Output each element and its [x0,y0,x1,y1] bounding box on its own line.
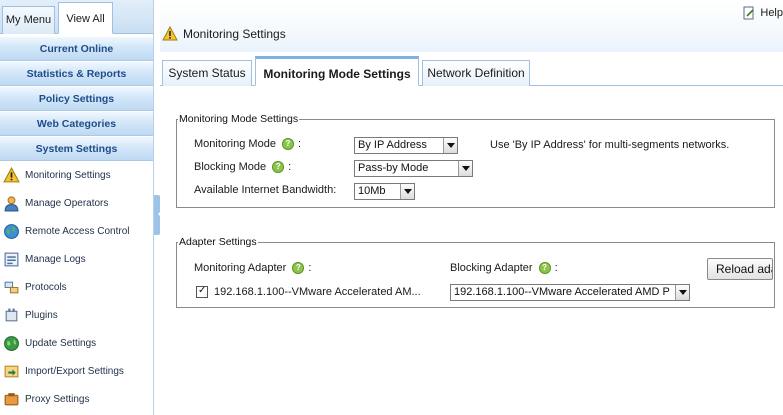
user-icon [4,195,19,211]
sidebar-item-label: Manage Operators [25,197,109,209]
monitoring-mode-row: Monitoring Mode ? : [194,138,301,150]
blocking-adapter-label: Blocking Adapter [450,262,533,274]
help-link[interactable]: Help [742,6,783,20]
sidebar-item-proxy-settings[interactable]: Proxy Settings [0,385,153,413]
menu-tab-bar: My Menu View All [0,0,153,34]
category-web-categories[interactable]: Web Categories [0,111,153,136]
bandwidth-value: 10Mb [358,185,386,197]
globe-icon [4,223,19,239]
sidebar-item-label: Update Settings [25,337,97,349]
sidebar-item-import-export-settings[interactable]: Import/Export Settings [0,357,153,385]
blocking-adapter-value: 192.168.1.100--VMware Accelerated AMD P [454,286,670,298]
monitoring-mode-hint: Use 'By IP Address' for multi-segments n… [490,139,730,151]
sidebar-item-manage-logs[interactable]: Manage Logs [0,245,153,273]
tab-monitoring-mode-settings[interactable]: Monitoring Mode Settings [255,56,419,86]
help-question-icon[interactable]: ? [538,262,551,274]
help-label: Help [760,7,783,19]
sidebar: My Menu View All Current Online Statisti… [0,0,154,415]
bandwidth-label: Available Internet Bandwidth: [194,184,337,196]
page-title: Monitoring Settings [162,26,286,42]
monitoring-adapter-label: Monitoring Adapter [194,262,287,274]
top-bar: Help Monitoring Settings [160,0,783,52]
category-list: Current Online Statistics & Reports Poli… [0,34,153,161]
settings-tabs: System Status Monitoring Mode Settings N… [160,56,783,86]
blocking-mode-select[interactable]: Pass-by Mode [354,160,473,177]
help-question-icon[interactable]: ? [281,138,294,150]
sidebar-item-label: Import/Export Settings [25,365,124,377]
blocking-mode-label: Blocking Mode [194,161,267,173]
category-current-online[interactable]: Current Online [0,36,153,61]
chevron-down-icon [400,184,414,199]
colon: : [308,262,312,274]
sidebar-item-label: Plugins [25,309,58,321]
monitoring-adapter-checkbox[interactable] [196,285,208,298]
reload-adapters-button[interactable]: Reload ada [707,258,773,280]
main-panel: Help Monitoring Settings System Status M… [160,0,783,415]
bandwidth-select[interactable]: 10Mb [354,183,415,200]
colon: : [288,161,292,173]
sidebar-item-plugins[interactable]: Plugins [0,301,153,329]
sidebar-item-label: Proxy Settings [25,393,90,405]
chevron-down-icon [458,161,472,176]
warning-icon [3,166,20,182]
monitoring-adapter-value: 192.168.1.100--VMware Accelerated AM... [214,286,421,298]
sidebar-item-label: Manage Logs [25,253,86,265]
sidebar-item-remote-access-control[interactable]: Remote Access Control [0,217,153,245]
system-settings-list: Monitoring Settings Manage Operators Rem… [0,161,153,413]
blocking-mode-value: Pass-by Mode [358,162,429,174]
sidebar-item-update-settings[interactable]: Update Settings [0,329,153,357]
chevron-down-icon [675,285,689,300]
monitoring-mode-label: Monitoring Mode [194,138,276,150]
update-globe-icon [4,335,19,351]
sidebar-item-label: Remote Access Control [25,225,130,237]
monitoring-mode-value: By IP Address [358,139,427,151]
blocking-mode-row: Blocking Mode ? : [194,161,291,173]
category-system-settings[interactable]: System Settings [0,136,153,161]
colon: : [297,138,301,150]
help-question-icon[interactable]: ? [272,161,285,173]
protocol-icon [4,281,19,293]
blocking-adapter-select[interactable]: 192.168.1.100--VMware Accelerated AMD P [450,284,690,301]
sidebar-item-label: Protocols [25,281,67,293]
colon: : [554,262,558,274]
monitoring-adapter-option: 192.168.1.100--VMware Accelerated AM... [196,285,421,298]
sidebar-item-manage-operators[interactable]: Manage Operators [0,189,153,217]
help-question-icon[interactable]: ? [292,262,305,274]
chevron-down-icon [443,138,457,153]
plugin-icon [5,308,18,321]
monitoring-adapter-row: Monitoring Adapter ? : [194,262,311,274]
logs-icon [4,252,19,266]
sidebar-item-label: Monitoring Settings [25,169,111,181]
tab-network-definition[interactable]: Network Definition [422,60,530,86]
help-page-icon [743,6,754,20]
page-title-text: Monitoring Settings [183,27,286,41]
category-statistics-reports[interactable]: Statistics & Reports [0,61,153,86]
bandwidth-row: Available Internet Bandwidth: [194,184,336,196]
tab-system-status[interactable]: System Status [162,60,252,86]
blocking-adapter-row: Blocking Adapter ? : [450,262,558,274]
group-legend: Adapter Settings [179,236,257,248]
tab-my-menu[interactable]: My Menu [2,6,55,34]
sidebar-item-protocols[interactable]: Protocols [0,273,153,301]
warning-icon [162,26,178,41]
sidebar-item-monitoring-settings[interactable]: Monitoring Settings [0,161,153,189]
tab-view-all[interactable]: View All [58,2,113,34]
proxy-icon [4,392,19,405]
monitoring-mode-select[interactable]: By IP Address [354,137,458,154]
import-export-icon [4,365,19,377]
category-policy-settings[interactable]: Policy Settings [0,86,153,111]
group-legend: Monitoring Mode Settings [179,113,299,125]
